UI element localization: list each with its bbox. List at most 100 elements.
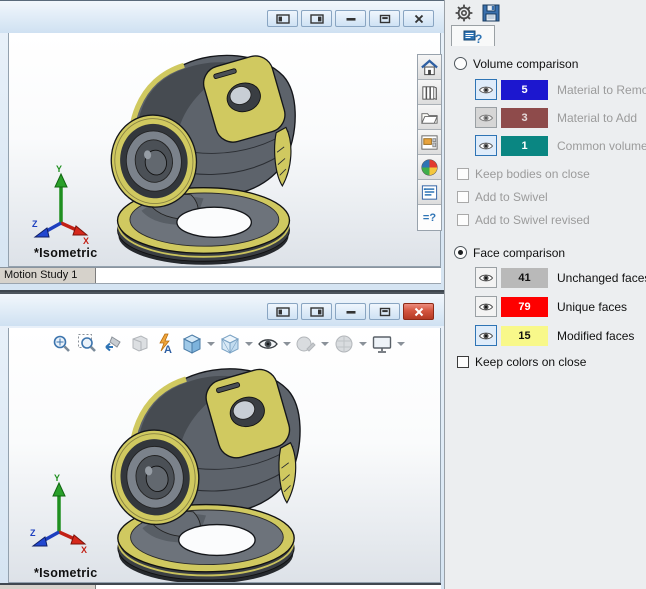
add-to-swivel-label: Add to Swivel xyxy=(475,190,548,204)
save-icon[interactable] xyxy=(482,4,500,27)
unique-faces-row: 79 Unique faces xyxy=(475,296,627,317)
view-orientation-label: *Isometric xyxy=(34,246,98,260)
volume-comparison-option[interactable]: Volume comparison xyxy=(454,56,578,71)
compare-options-panel: ? Volume comparison 5 Material to Remove… xyxy=(444,0,646,589)
edit-appearance-dropdown-arrow[interactable] xyxy=(320,332,330,356)
piston-model-cutaway xyxy=(106,41,301,267)
face-comparison-radio[interactable] xyxy=(454,246,467,259)
hide-show-items-dropdown-arrow[interactable] xyxy=(282,332,292,356)
minimize-icon xyxy=(346,17,355,21)
volume-comparison-radio[interactable] xyxy=(454,57,467,70)
face-comparison-option[interactable]: Face comparison xyxy=(454,245,565,260)
svg-text:?: ? xyxy=(475,32,482,45)
close-button[interactable] xyxy=(403,10,434,27)
add-to-swivel-checkbox[interactable] xyxy=(457,191,469,203)
add-to-swivel-revised-option[interactable]: Add to Swivel revised xyxy=(457,213,590,227)
minimize-button[interactable] xyxy=(335,303,366,320)
view-orientation-label: *Isometric xyxy=(34,566,98,580)
keep-colors-on-close-option[interactable]: Keep colors on close xyxy=(457,355,586,369)
pane-toggle-left-button[interactable] xyxy=(267,10,298,27)
unique-faces-label: Unique faces xyxy=(557,299,628,314)
zoom-to-area-icon[interactable] xyxy=(76,332,100,356)
home-icon[interactable] xyxy=(418,55,441,80)
material-to-remove-label: Material to Remove xyxy=(557,82,646,97)
compare-results-tab[interactable]: ? xyxy=(451,25,495,46)
view-settings-dropdown-arrow[interactable] xyxy=(396,332,406,356)
viewport-2[interactable]: *Isometric xyxy=(8,328,441,583)
visibility-toggle-common-volume[interactable] xyxy=(475,135,497,156)
restore-icon xyxy=(379,14,390,23)
close-button[interactable] xyxy=(403,303,434,320)
window2-buttons xyxy=(267,303,434,320)
motion-study-tab-bar-partial xyxy=(0,583,441,589)
display-style-icon[interactable] xyxy=(218,332,242,356)
file-explorer-icon[interactable] xyxy=(418,105,441,130)
orientation-triad xyxy=(29,474,89,556)
viewport-1[interactable]: *Isometric xyxy=(8,33,441,267)
eye-icon xyxy=(478,332,494,339)
visibility-toggle-material-to-add[interactable] xyxy=(475,107,497,128)
custom-properties-icon[interactable] xyxy=(418,180,441,205)
keep-colors-checkbox[interactable] xyxy=(457,356,469,368)
motion-study-tab[interactable]: Motion Study 1 xyxy=(0,268,96,283)
material-to-add-label: Material to Add xyxy=(557,110,638,125)
eye-icon xyxy=(478,274,494,281)
orientation-triad xyxy=(31,165,91,247)
edit-appearance-icon[interactable] xyxy=(294,332,318,356)
close-icon xyxy=(414,14,423,23)
eye-icon xyxy=(478,142,494,149)
keep-bodies-checkbox[interactable] xyxy=(457,168,469,180)
section-view-icon[interactable] xyxy=(128,332,152,356)
task-pane-toolbar: =? xyxy=(417,54,442,231)
apply-scene-icon[interactable] xyxy=(332,332,356,356)
face-comparison-label: Face comparison xyxy=(473,245,566,260)
previous-view-icon[interactable] xyxy=(102,332,126,356)
material-to-add-row: 3 Material to Add xyxy=(475,107,637,128)
annotations-icon[interactable]: A xyxy=(154,332,178,356)
unique-faces-count-swatch: 79 xyxy=(501,296,548,317)
visibility-toggle-modified-faces[interactable] xyxy=(475,325,497,346)
appearances-icon[interactable] xyxy=(418,155,441,180)
help-icon[interactable]: =? xyxy=(418,205,441,230)
minimize-button[interactable] xyxy=(335,10,366,27)
view-orientation-dropdown-arrow[interactable] xyxy=(206,332,216,356)
hide-show-items-icon[interactable] xyxy=(256,332,280,356)
eye-icon xyxy=(478,114,494,121)
motion-study-tab-bar: Motion Study 1 xyxy=(0,267,441,284)
window1-buttons xyxy=(267,10,434,27)
pane-left-icon xyxy=(275,306,290,317)
view-settings-icon[interactable] xyxy=(370,332,394,356)
pane-toggle-right-button[interactable] xyxy=(301,303,332,320)
add-to-swivel-option[interactable]: Add to Swivel xyxy=(457,190,548,204)
zoom-to-fit-icon[interactable] xyxy=(50,332,74,356)
view-orientation-icon[interactable] xyxy=(180,332,204,356)
visibility-toggle-material-to-remove[interactable] xyxy=(475,79,497,100)
visibility-toggle-unique-faces[interactable] xyxy=(475,296,497,317)
common-volume-count-swatch: 1 xyxy=(501,135,548,156)
add-to-swivel-revised-label: Add to Swivel revised xyxy=(475,213,590,227)
common-volume-row: 1 Common volume xyxy=(475,135,646,156)
unchanged-faces-count-swatch: 41 xyxy=(501,267,548,288)
svg-text:A: A xyxy=(164,344,172,355)
material-to-remove-row: 5 Material to Remove xyxy=(475,79,646,100)
pane-toggle-right-button[interactable] xyxy=(301,10,332,27)
visibility-toggle-unchanged-faces[interactable] xyxy=(475,267,497,288)
piston-model-cutaway xyxy=(106,354,306,583)
apply-scene-dropdown-arrow[interactable] xyxy=(358,332,368,356)
restore-button[interactable] xyxy=(369,303,400,320)
compare-tool-icon: ? xyxy=(463,30,482,45)
display-style-dropdown-arrow[interactable] xyxy=(244,332,254,356)
modified-faces-count-swatch: 15 xyxy=(501,325,548,346)
material-to-remove-count-swatch: 5 xyxy=(501,79,548,100)
modified-faces-row: 15 Modified faces xyxy=(475,325,634,346)
compare-window-2: *Isometric A xyxy=(0,292,444,589)
unchanged-faces-row: 41 Unchanged faces xyxy=(475,267,646,288)
view-palette-icon[interactable] xyxy=(418,130,441,155)
pane-toggle-left-button[interactable] xyxy=(267,303,298,320)
motion-study-tab[interactable] xyxy=(0,585,96,589)
design-library-icon[interactable] xyxy=(418,80,441,105)
add-to-swivel-revised-checkbox[interactable] xyxy=(457,214,469,226)
restore-button[interactable] xyxy=(369,10,400,27)
keep-bodies-on-close-option[interactable]: Keep bodies on close xyxy=(457,167,590,181)
common-volume-label: Common volume xyxy=(557,138,646,153)
